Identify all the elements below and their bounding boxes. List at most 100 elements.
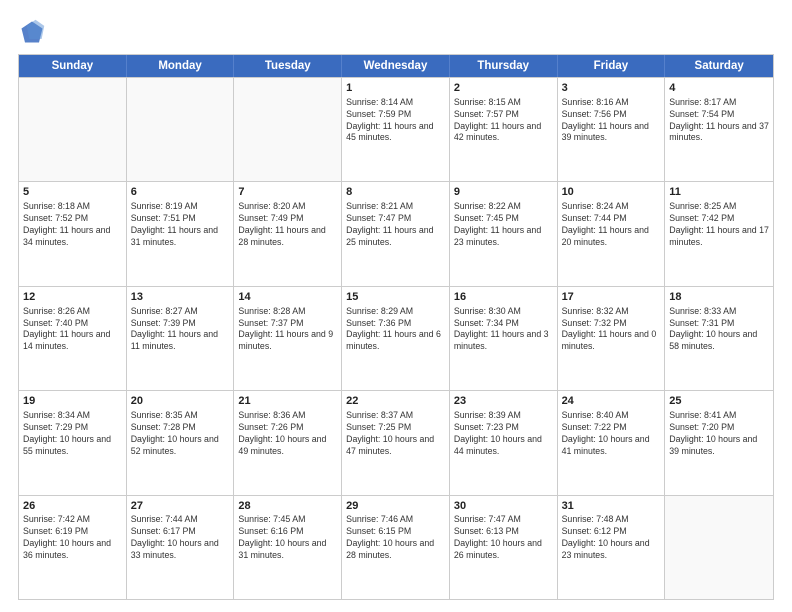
day-number: 29 (346, 499, 445, 514)
week-row-4: 19Sunrise: 8:34 AM Sunset: 7:29 PM Dayli… (19, 390, 773, 494)
cell-text: Sunrise: 8:17 AM Sunset: 7:54 PM Dayligh… (669, 97, 769, 145)
cal-cell: 24Sunrise: 8:40 AM Sunset: 7:22 PM Dayli… (558, 391, 666, 494)
cell-text: Sunrise: 8:32 AM Sunset: 7:32 PM Dayligh… (562, 306, 661, 354)
cal-cell: 26Sunrise: 7:42 AM Sunset: 6:19 PM Dayli… (19, 496, 127, 599)
cell-text: Sunrise: 7:47 AM Sunset: 6:13 PM Dayligh… (454, 514, 553, 562)
cal-cell: 21Sunrise: 8:36 AM Sunset: 7:26 PM Dayli… (234, 391, 342, 494)
cal-cell: 23Sunrise: 8:39 AM Sunset: 7:23 PM Dayli… (450, 391, 558, 494)
cal-cell: 16Sunrise: 8:30 AM Sunset: 7:34 PM Dayli… (450, 287, 558, 390)
header-day-friday: Friday (558, 55, 666, 77)
cal-cell: 9Sunrise: 8:22 AM Sunset: 7:45 PM Daylig… (450, 182, 558, 285)
cell-text: Sunrise: 8:34 AM Sunset: 7:29 PM Dayligh… (23, 410, 122, 458)
week-row-3: 12Sunrise: 8:26 AM Sunset: 7:40 PM Dayli… (19, 286, 773, 390)
cal-cell: 10Sunrise: 8:24 AM Sunset: 7:44 PM Dayli… (558, 182, 666, 285)
header-day-wednesday: Wednesday (342, 55, 450, 77)
header-day-thursday: Thursday (450, 55, 558, 77)
header-day-tuesday: Tuesday (234, 55, 342, 77)
cal-cell: 19Sunrise: 8:34 AM Sunset: 7:29 PM Dayli… (19, 391, 127, 494)
cal-cell: 28Sunrise: 7:45 AM Sunset: 6:16 PM Dayli… (234, 496, 342, 599)
day-number: 1 (346, 81, 445, 96)
week-row-1: 1Sunrise: 8:14 AM Sunset: 7:59 PM Daylig… (19, 77, 773, 181)
week-row-5: 26Sunrise: 7:42 AM Sunset: 6:19 PM Dayli… (19, 495, 773, 599)
cal-cell: 18Sunrise: 8:33 AM Sunset: 7:31 PM Dayli… (665, 287, 773, 390)
cal-cell: 30Sunrise: 7:47 AM Sunset: 6:13 PM Dayli… (450, 496, 558, 599)
day-number: 23 (454, 394, 553, 409)
day-number: 8 (346, 185, 445, 200)
day-number: 9 (454, 185, 553, 200)
calendar: SundayMondayTuesdayWednesdayThursdayFrid… (18, 54, 774, 600)
day-number: 12 (23, 290, 122, 305)
cell-text: Sunrise: 8:14 AM Sunset: 7:59 PM Dayligh… (346, 97, 445, 145)
page: SundayMondayTuesdayWednesdayThursdayFrid… (0, 0, 792, 612)
day-number: 17 (562, 290, 661, 305)
logo-icon (18, 18, 46, 46)
cal-cell: 5Sunrise: 8:18 AM Sunset: 7:52 PM Daylig… (19, 182, 127, 285)
day-number: 3 (562, 81, 661, 96)
cell-text: Sunrise: 7:46 AM Sunset: 6:15 PM Dayligh… (346, 514, 445, 562)
day-number: 5 (23, 185, 122, 200)
week-row-2: 5Sunrise: 8:18 AM Sunset: 7:52 PM Daylig… (19, 181, 773, 285)
day-number: 30 (454, 499, 553, 514)
cell-text: Sunrise: 8:33 AM Sunset: 7:31 PM Dayligh… (669, 306, 769, 354)
logo (18, 18, 50, 46)
day-number: 21 (238, 394, 337, 409)
day-number: 24 (562, 394, 661, 409)
day-number: 20 (131, 394, 230, 409)
cal-cell: 12Sunrise: 8:26 AM Sunset: 7:40 PM Dayli… (19, 287, 127, 390)
day-number: 26 (23, 499, 122, 514)
header-day-saturday: Saturday (665, 55, 773, 77)
cell-text: Sunrise: 7:42 AM Sunset: 6:19 PM Dayligh… (23, 514, 122, 562)
cell-text: Sunrise: 8:25 AM Sunset: 7:42 PM Dayligh… (669, 201, 769, 249)
day-number: 31 (562, 499, 661, 514)
day-number: 16 (454, 290, 553, 305)
cal-cell: 27Sunrise: 7:44 AM Sunset: 6:17 PM Dayli… (127, 496, 235, 599)
cell-text: Sunrise: 8:24 AM Sunset: 7:44 PM Dayligh… (562, 201, 661, 249)
calendar-header-row: SundayMondayTuesdayWednesdayThursdayFrid… (19, 55, 773, 77)
cal-cell: 29Sunrise: 7:46 AM Sunset: 6:15 PM Dayli… (342, 496, 450, 599)
cal-cell: 2Sunrise: 8:15 AM Sunset: 7:57 PM Daylig… (450, 78, 558, 181)
cal-cell: 1Sunrise: 8:14 AM Sunset: 7:59 PM Daylig… (342, 78, 450, 181)
day-number: 6 (131, 185, 230, 200)
day-number: 18 (669, 290, 769, 305)
cell-text: Sunrise: 8:29 AM Sunset: 7:36 PM Dayligh… (346, 306, 445, 354)
cal-cell: 20Sunrise: 8:35 AM Sunset: 7:28 PM Dayli… (127, 391, 235, 494)
cal-cell: 15Sunrise: 8:29 AM Sunset: 7:36 PM Dayli… (342, 287, 450, 390)
cell-text: Sunrise: 8:21 AM Sunset: 7:47 PM Dayligh… (346, 201, 445, 249)
cal-cell: 11Sunrise: 8:25 AM Sunset: 7:42 PM Dayli… (665, 182, 773, 285)
cal-cell: 14Sunrise: 8:28 AM Sunset: 7:37 PM Dayli… (234, 287, 342, 390)
header-day-monday: Monday (127, 55, 235, 77)
cell-text: Sunrise: 8:35 AM Sunset: 7:28 PM Dayligh… (131, 410, 230, 458)
cal-cell: 17Sunrise: 8:32 AM Sunset: 7:32 PM Dayli… (558, 287, 666, 390)
cal-cell: 7Sunrise: 8:20 AM Sunset: 7:49 PM Daylig… (234, 182, 342, 285)
cell-text: Sunrise: 7:44 AM Sunset: 6:17 PM Dayligh… (131, 514, 230, 562)
cell-text: Sunrise: 8:30 AM Sunset: 7:34 PM Dayligh… (454, 306, 553, 354)
header-day-sunday: Sunday (19, 55, 127, 77)
day-number: 4 (669, 81, 769, 96)
day-number: 15 (346, 290, 445, 305)
cal-cell (234, 78, 342, 181)
cell-text: Sunrise: 7:45 AM Sunset: 6:16 PM Dayligh… (238, 514, 337, 562)
cal-cell (665, 496, 773, 599)
cal-cell: 4Sunrise: 8:17 AM Sunset: 7:54 PM Daylig… (665, 78, 773, 181)
cal-cell: 22Sunrise: 8:37 AM Sunset: 7:25 PM Dayli… (342, 391, 450, 494)
cell-text: Sunrise: 8:40 AM Sunset: 7:22 PM Dayligh… (562, 410, 661, 458)
cal-cell: 3Sunrise: 8:16 AM Sunset: 7:56 PM Daylig… (558, 78, 666, 181)
day-number: 14 (238, 290, 337, 305)
cell-text: Sunrise: 8:15 AM Sunset: 7:57 PM Dayligh… (454, 97, 553, 145)
cell-text: Sunrise: 8:16 AM Sunset: 7:56 PM Dayligh… (562, 97, 661, 145)
cal-cell: 25Sunrise: 8:41 AM Sunset: 7:20 PM Dayli… (665, 391, 773, 494)
day-number: 13 (131, 290, 230, 305)
day-number: 22 (346, 394, 445, 409)
day-number: 2 (454, 81, 553, 96)
cell-text: Sunrise: 8:37 AM Sunset: 7:25 PM Dayligh… (346, 410, 445, 458)
day-number: 10 (562, 185, 661, 200)
cell-text: Sunrise: 7:48 AM Sunset: 6:12 PM Dayligh… (562, 514, 661, 562)
day-number: 27 (131, 499, 230, 514)
cal-cell: 6Sunrise: 8:19 AM Sunset: 7:51 PM Daylig… (127, 182, 235, 285)
cal-cell: 13Sunrise: 8:27 AM Sunset: 7:39 PM Dayli… (127, 287, 235, 390)
cal-cell: 8Sunrise: 8:21 AM Sunset: 7:47 PM Daylig… (342, 182, 450, 285)
cell-text: Sunrise: 8:19 AM Sunset: 7:51 PM Dayligh… (131, 201, 230, 249)
cell-text: Sunrise: 8:36 AM Sunset: 7:26 PM Dayligh… (238, 410, 337, 458)
cell-text: Sunrise: 8:18 AM Sunset: 7:52 PM Dayligh… (23, 201, 122, 249)
day-number: 11 (669, 185, 769, 200)
